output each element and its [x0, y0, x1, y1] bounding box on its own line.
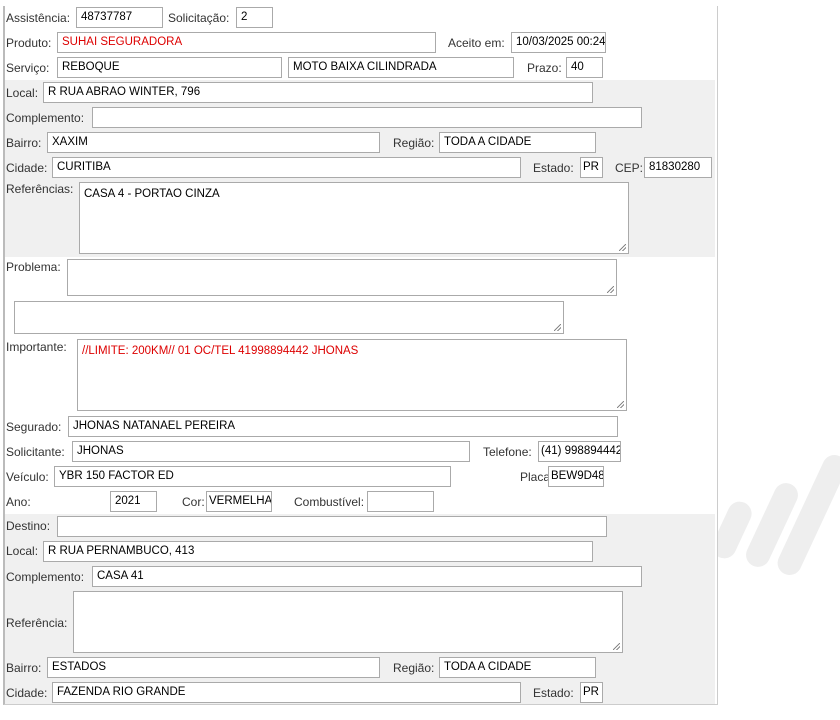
importante-label: Importante:: [6, 340, 67, 354]
veiculo-label: Veículo:: [6, 470, 49, 484]
destino-cidade-label: Cidade:: [6, 686, 48, 700]
destino-referencia-textarea[interactable]: [73, 591, 623, 653]
destino-cidade-input[interactable]: FAZENDA RIO GRANDE: [52, 682, 521, 703]
local-input[interactable]: R RUA ABRAO WINTER, 796: [43, 82, 593, 103]
bairro-label: Bairro:: [6, 136, 42, 150]
destino-estado-input[interactable]: PR: [580, 682, 603, 703]
problema-textarea[interactable]: [67, 259, 617, 296]
segurado-label: Segurado:: [6, 420, 62, 434]
ano-input[interactable]: 2021: [110, 491, 157, 512]
destino-estado-label: Estado:: [533, 686, 574, 700]
destino-regiao-label: Região:: [393, 661, 435, 675]
problema-extra-textarea[interactable]: [14, 301, 564, 334]
regiao-input[interactable]: TODA A CIDADE: [439, 132, 596, 153]
placa-input[interactable]: BEW9D48: [548, 466, 604, 487]
local-label: Local:: [6, 86, 39, 100]
destino-local-label: Local:: [6, 544, 39, 558]
destino-local-input[interactable]: R RUA PERNAMBUCO, 413: [43, 541, 593, 562]
prazo-input[interactable]: 40: [566, 57, 603, 78]
cep-label: CEP:: [615, 161, 644, 175]
complemento-input[interactable]: [92, 107, 642, 128]
telefone-input[interactable]: (41) 998894442: [538, 441, 621, 462]
destino-referencia-label: Referência:: [6, 616, 68, 630]
referencias-label: Referências:: [6, 182, 74, 196]
servico-tipo-input[interactable]: MOTO BAIXA CILINDRADA: [288, 57, 514, 78]
assistencia-input[interactable]: 48737787: [76, 7, 163, 28]
cor-label: Cor:: [182, 495, 205, 509]
aceito-input[interactable]: 10/03/2025 00:24: [511, 32, 606, 53]
prazo-label: Prazo:: [527, 61, 562, 75]
cidade-label: Cidade:: [6, 161, 48, 175]
estado-label: Estado:: [533, 161, 574, 175]
produto-label: Produto:: [6, 36, 52, 50]
bairro-input[interactable]: XAXIM: [47, 132, 380, 153]
aceito-label: Aceito em:: [448, 36, 505, 50]
servico-label: Serviço:: [6, 61, 50, 75]
solicitacao-label: Solicitação:: [168, 11, 230, 25]
cep-input[interactable]: 81830280: [644, 157, 712, 178]
complemento-label: Complemento:: [6, 111, 85, 125]
solicitacao-input[interactable]: 2: [236, 7, 273, 28]
assistencia-label: Assistência:: [6, 11, 71, 25]
regiao-label: Região:: [393, 136, 435, 150]
combustivel-label: Combustível:: [294, 495, 365, 509]
destino-bairro-input[interactable]: ESTADOS: [47, 657, 380, 678]
produto-input[interactable]: SUHAI SEGURADORA: [57, 32, 436, 53]
solicitante-label: Solicitante:: [6, 445, 65, 459]
telefone-label: Telefone:: [483, 445, 532, 459]
solicitante-input[interactable]: JHONAS: [72, 441, 470, 462]
ano-label: Ano:: [6, 495, 31, 509]
veiculo-input[interactable]: YBR 150 FACTOR ED: [54, 466, 451, 487]
problema-label: Problema:: [6, 260, 61, 274]
destino-complemento-label: Complemento:: [6, 570, 85, 584]
cor-input[interactable]: VERMELHA: [206, 491, 272, 512]
combustivel-input[interactable]: [367, 491, 434, 512]
referencias-textarea[interactable]: CASA 4 - PORTAO CINZA: [79, 182, 629, 254]
destino-bairro-label: Bairro:: [6, 661, 42, 675]
estado-input[interactable]: PR: [580, 157, 603, 178]
segurado-input[interactable]: JHONAS NATANAEL PEREIRA: [68, 416, 618, 437]
destino-label: Destino:: [6, 519, 51, 533]
destino-regiao-input[interactable]: TODA A CIDADE: [439, 657, 596, 678]
importante-textarea[interactable]: //LIMITE: 200KM// 01 OC/TEL 41998894442 …: [77, 339, 627, 411]
destino-complemento-input[interactable]: CASA 41: [92, 566, 642, 587]
cidade-input[interactable]: CURITIBA: [52, 157, 521, 178]
destino-input[interactable]: [57, 516, 607, 537]
servico-input[interactable]: REBOQUE: [57, 57, 282, 78]
